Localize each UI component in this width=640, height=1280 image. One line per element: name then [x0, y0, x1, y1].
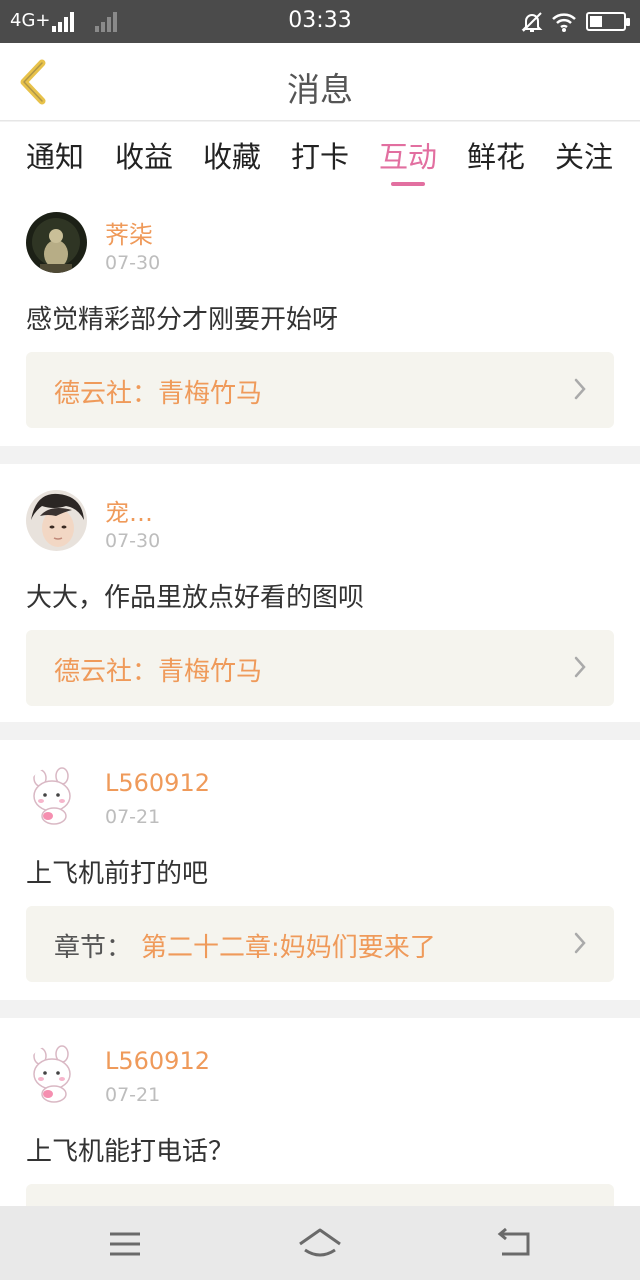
referenced-chapter-link[interactable]: 章节： 第二十二章:妈妈们要来了: [26, 906, 614, 982]
tab-label: 鲜花: [466, 140, 525, 174]
message-card: 宠… 07-30 大大，作品里放点好看的图呗 德云社：青梅竹马: [0, 464, 640, 722]
tab-flowers[interactable]: 鲜花: [461, 134, 531, 176]
chevron-right-icon: [574, 656, 586, 678]
username[interactable]: 荠柒: [105, 215, 153, 250]
message-content: 大大，作品里放点好看的图呗: [26, 583, 365, 613]
tab-favorites[interactable]: 收藏: [197, 134, 267, 176]
app-header: 消息: [0, 43, 640, 121]
message-card: L560912 07-21 上飞机前打的吧 章节： 第二十二章:妈妈们要来了: [0, 740, 640, 1000]
avatar[interactable]: [26, 212, 87, 273]
page-title: 消息: [287, 70, 353, 109]
tab-notifications[interactable]: 通知: [20, 134, 90, 176]
tab-label: 收益: [114, 140, 173, 174]
message-card: 荠柒 07-30 感觉精彩部分才刚要开始呀 德云社：青梅竹马: [0, 186, 640, 446]
username[interactable]: L560912: [105, 1047, 210, 1075]
tab-following[interactable]: 关注: [549, 134, 619, 176]
back-button[interactable]: [14, 57, 54, 107]
tab-label: 打卡: [290, 140, 349, 174]
tab-interaction[interactable]: 互动: [373, 134, 443, 186]
referenced-work-title: 德云社：青梅竹马: [54, 379, 263, 409]
message-date: 07-30: [105, 252, 161, 274]
message-content: 感觉精彩部分才刚要开始呀: [26, 305, 339, 335]
tab-bar: 通知 收益 收藏 打卡 互动 鲜花 关注: [0, 122, 640, 186]
message-date: 07-21: [105, 1084, 161, 1106]
username[interactable]: 宠…: [105, 493, 153, 528]
mute-bell-icon: [521, 12, 543, 32]
chapter-prefix: 章节：: [54, 933, 133, 963]
return-icon: [497, 1227, 530, 1256]
message-date: 07-21: [105, 806, 161, 828]
menu-icon: [110, 1232, 140, 1256]
wifi-icon: [552, 13, 576, 32]
menu-button[interactable]: [100, 1224, 150, 1264]
system-nav-bar: [0, 1206, 640, 1280]
referenced-work-link[interactable]: 德云社：青梅竹马: [26, 352, 614, 428]
status-bar: 4G+ 03:33: [0, 0, 640, 43]
referenced-work-title: 德云社：青梅竹马: [54, 657, 263, 687]
avatar[interactable]: [26, 766, 87, 827]
referenced-work-link[interactable]: 德云社：青梅竹马: [26, 630, 614, 706]
chevron-right-icon: [574, 932, 586, 954]
message-content: 上飞机前打的吧: [26, 859, 209, 889]
tab-label: 收藏: [202, 140, 261, 174]
chevron-left-icon: [20, 59, 46, 105]
tab-earnings[interactable]: 收益: [109, 134, 179, 176]
tab-label: 通知: [25, 140, 84, 174]
battery-icon: [586, 12, 630, 31]
tab-checkin[interactable]: 打卡: [285, 134, 355, 176]
home-icon: [299, 1228, 341, 1257]
tab-label: 关注: [554, 140, 613, 174]
return-button[interactable]: [490, 1224, 540, 1264]
message-date: 07-30: [105, 530, 161, 552]
clock: 03:33: [288, 8, 352, 33]
chevron-right-icon: [574, 378, 586, 400]
referenced-chapter-title: 第二十二章:妈妈们要来了: [141, 933, 436, 963]
message-content: 上飞机能打电话？: [26, 1137, 235, 1167]
avatar[interactable]: [26, 1044, 87, 1105]
username[interactable]: L560912: [105, 769, 210, 797]
avatar[interactable]: [26, 490, 87, 551]
home-button[interactable]: [295, 1224, 345, 1264]
tab-label: 互动: [378, 140, 437, 174]
